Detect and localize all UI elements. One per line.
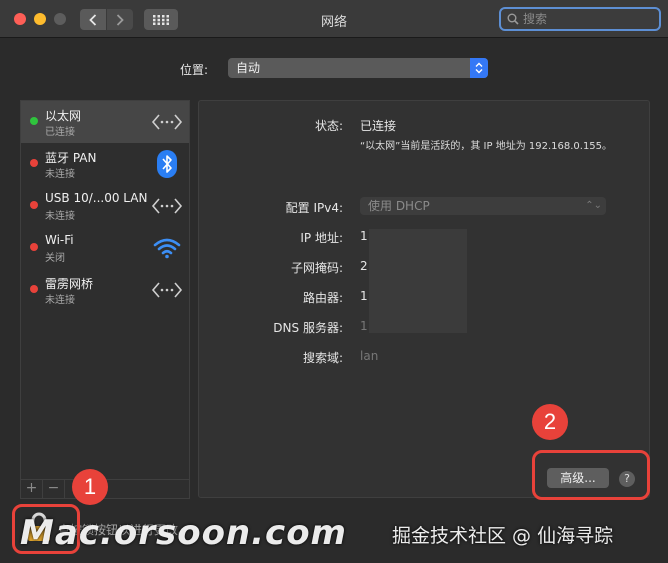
dns-server-label: DNS 服务器: bbox=[273, 321, 343, 335]
service-item-wifi[interactable]: Wi-Fi 关闭 bbox=[21, 227, 189, 269]
search-domain-label: 搜索域: bbox=[302, 351, 343, 365]
wifi-icon bbox=[151, 235, 183, 261]
location-value: 自动 bbox=[236, 61, 261, 75]
ip-address-label: IP 地址: bbox=[300, 231, 343, 245]
annotation-badge-2: 2 bbox=[532, 404, 568, 440]
redacted-area bbox=[369, 229, 467, 333]
status-dot bbox=[30, 159, 38, 167]
status-label: 状态: bbox=[314, 119, 343, 133]
service-status: 未连接 bbox=[45, 211, 75, 222]
service-name: USB 10/...00 LAN bbox=[45, 191, 148, 205]
status-value: 已连接 bbox=[360, 119, 397, 133]
add-service-button[interactable]: + bbox=[21, 480, 43, 498]
service-name: 以太网 bbox=[45, 109, 82, 123]
service-status: 关闭 bbox=[45, 253, 65, 264]
subnet-mask-value: 2 bbox=[360, 259, 368, 273]
location-select[interactable]: 自动 bbox=[228, 58, 488, 78]
service-list: 以太网 已连接 蓝牙 PAN 未连接 USB 10/...00 LAN 未连接 … bbox=[20, 100, 190, 498]
service-status: 未连接 bbox=[45, 295, 75, 306]
location-label: 位置: bbox=[180, 63, 209, 77]
service-status: 已连接 bbox=[45, 127, 75, 138]
title-bar: 网络 bbox=[0, 0, 668, 38]
dns-server-value: 1 bbox=[360, 319, 368, 333]
service-status: 未连接 bbox=[45, 169, 75, 180]
ethernet-icon bbox=[151, 109, 183, 135]
updown-chevron-icon: ⌃⌄ bbox=[585, 200, 602, 211]
router-label: 路由器: bbox=[302, 291, 343, 305]
search-icon bbox=[507, 13, 519, 25]
callout-ring-advanced bbox=[532, 450, 650, 500]
location-stepper[interactable] bbox=[470, 58, 488, 78]
subnet-mask-label: 子网掩码: bbox=[290, 261, 343, 275]
ethernet-icon bbox=[151, 193, 183, 219]
updown-chevron-icon bbox=[475, 62, 483, 74]
remove-service-button[interactable]: − bbox=[43, 480, 65, 498]
network-preferences-window: 网络 位置: 自动 以太网 已连接 蓝牙 PAN 未连接 bbox=[0, 0, 668, 563]
status-description: “以太网”当前是活跃的，其 IP 地址为 192.168.0.155。 bbox=[360, 141, 613, 152]
status-dot bbox=[30, 201, 38, 209]
configure-ipv4-value: 使用 DHCP bbox=[368, 199, 430, 213]
service-item-ethernet[interactable]: 以太网 已连接 bbox=[21, 101, 189, 143]
status-dot bbox=[30, 243, 38, 251]
ip-address-value: 1 bbox=[360, 229, 368, 243]
search-domain-value: lan bbox=[360, 349, 379, 363]
search-input[interactable] bbox=[523, 12, 643, 26]
router-value: 1 bbox=[360, 289, 368, 303]
ethernet-icon bbox=[151, 277, 183, 303]
search-field[interactable] bbox=[499, 7, 661, 31]
configure-ipv4-label: 配置 IPv4: bbox=[285, 201, 343, 215]
service-name: 雷雳网桥 bbox=[45, 277, 94, 291]
status-dot bbox=[30, 285, 38, 293]
service-detail-panel: 状态: 已连接 “以太网”当前是活跃的，其 IP 地址为 192.168.0.1… bbox=[198, 100, 650, 498]
watermark-left: Mac.orsoon.com bbox=[20, 513, 347, 553]
service-name: 蓝牙 PAN bbox=[45, 151, 97, 165]
bluetooth-icon bbox=[151, 150, 183, 178]
service-name: Wi-Fi bbox=[45, 233, 74, 247]
service-item-usb-lan[interactable]: USB 10/...00 LAN 未连接 bbox=[21, 185, 189, 227]
watermark-right: 掘金技术社区 @ 仙海寻踪 bbox=[392, 525, 614, 547]
status-dot bbox=[30, 117, 38, 125]
service-item-thunderbolt-bridge[interactable]: 雷雳网桥 未连接 bbox=[21, 269, 189, 311]
service-item-bluetooth-pan[interactable]: 蓝牙 PAN 未连接 bbox=[21, 143, 189, 185]
annotation-badge-1: 1 bbox=[72, 469, 108, 505]
configure-ipv4-select[interactable]: 使用 DHCP ⌃⌄ bbox=[360, 197, 606, 215]
